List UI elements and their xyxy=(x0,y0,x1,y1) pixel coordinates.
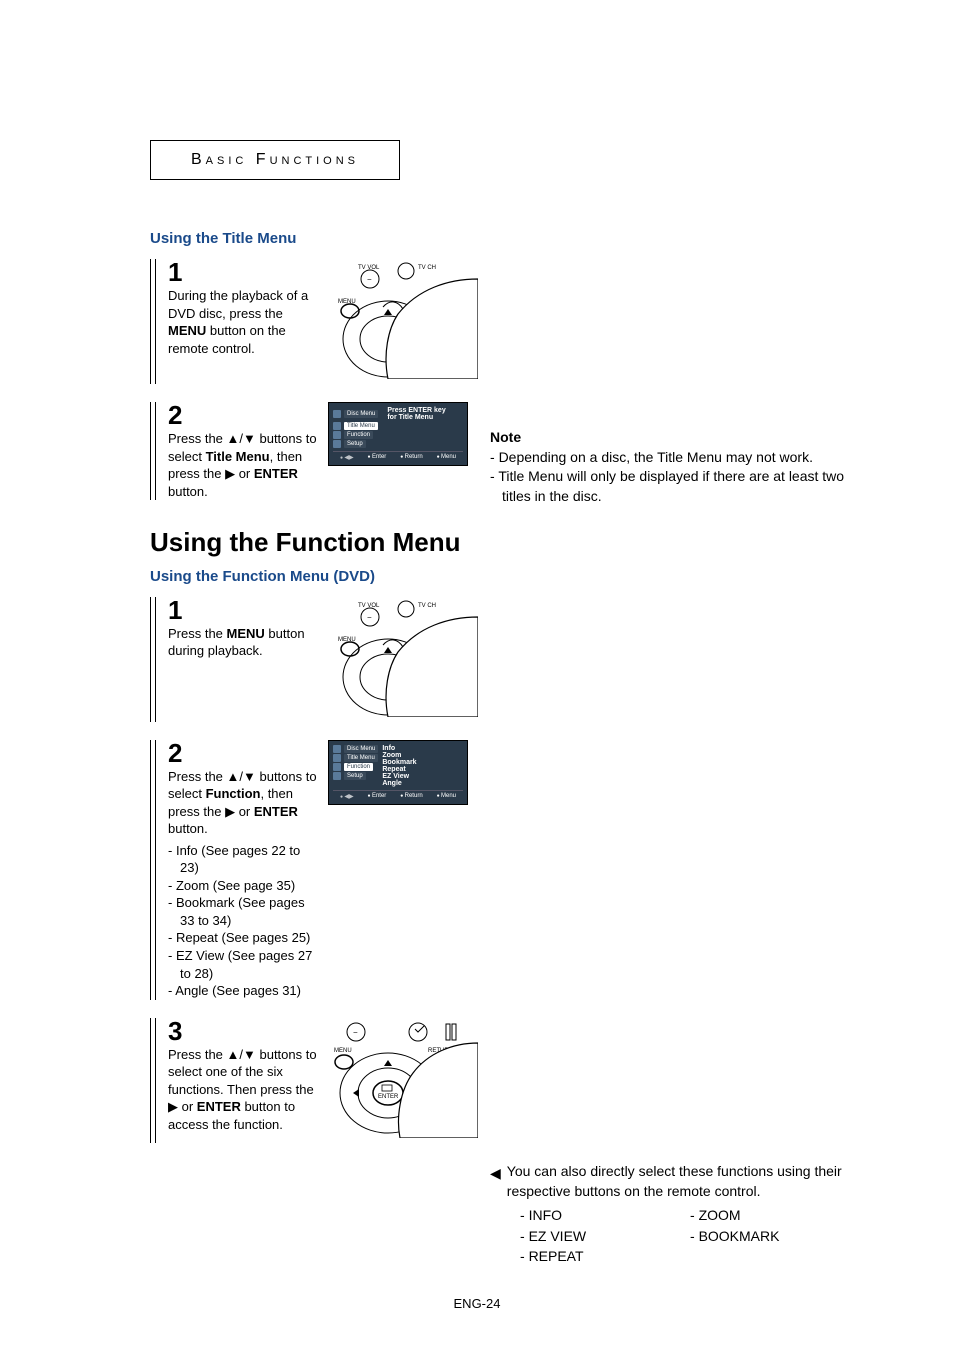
function-menu-step-1: 1 Press the MENU button during playback.… xyxy=(150,597,894,722)
step-divider xyxy=(150,597,156,722)
svg-text:TV CH: TV CH xyxy=(418,265,436,271)
step-text: 2 Press the ▲/▼ buttons to select Title … xyxy=(168,402,328,500)
step-number: 2 xyxy=(168,402,320,428)
svg-text:MENU: MENU xyxy=(334,1048,352,1054)
step-divider xyxy=(150,740,156,1000)
step-text: 3 Press the ▲/▼ buttons to select one of… xyxy=(168,1018,328,1134)
direct-col-2: ZOOM BOOKMARK xyxy=(690,1205,860,1266)
section-title-function-menu: Using the Function Menu (DVD) xyxy=(150,568,894,585)
title-menu-note: Note Depending on a disc, the Title Menu… xyxy=(490,428,870,506)
page-number: ENG-24 xyxy=(60,1296,894,1311)
remote-menu-press-icon: TV VOL TV CH − MENU xyxy=(328,597,478,717)
step-number: 1 xyxy=(168,597,320,623)
svg-text:−: − xyxy=(367,275,372,284)
svg-text:−: − xyxy=(367,613,372,622)
svg-text:−: − xyxy=(353,1028,358,1037)
osd-screenshot: Disc Menu Title Menu Function Setup Info… xyxy=(328,740,478,805)
remote-menu-press-icon: TV VOL TV CH − MENU xyxy=(328,259,478,379)
remote-illustration: TV VOL TV CH − MENU xyxy=(328,259,478,384)
note-heading: Note xyxy=(490,428,870,448)
step-text: 1 Press the MENU button during playback. xyxy=(168,597,328,660)
step-number: 2 xyxy=(168,740,320,766)
chapter-header: Basic Functions xyxy=(150,140,400,180)
osd-function-menu: Disc Menu Title Menu Function Setup Info… xyxy=(328,740,468,805)
pointer-left-icon: ◀ xyxy=(490,1161,501,1202)
step-number: 3 xyxy=(168,1018,320,1044)
step-divider xyxy=(150,402,156,500)
title-menu-step-1: 1 During the playback of a DVD disc, pre… xyxy=(150,259,894,384)
step-divider xyxy=(150,1018,156,1143)
svg-text:TV CH: TV CH xyxy=(418,603,436,609)
function-menu-step-3: 3 Press the ▲/▼ buttons to select one of… xyxy=(150,1018,894,1143)
section-title-title-menu: Using the Title Menu xyxy=(150,230,894,247)
manual-page: Basic Functions Using the Title Menu 1 D… xyxy=(0,0,954,1371)
remote-enter-press-icon: − MENU RETURN ENTER xyxy=(328,1018,478,1138)
step-text: 1 During the playback of a DVD disc, pre… xyxy=(168,259,328,357)
function-menu-step-2: 2 Press the ▲/▼ buttons to select Functi… xyxy=(150,740,894,1000)
step-divider xyxy=(150,259,156,384)
direct-functions-note: ◀ You can also directly select these fun… xyxy=(490,1161,890,1266)
osd-screenshot: Disc Menu Press ENTER key for Title Menu… xyxy=(328,402,478,466)
main-heading-function-menu: Using the Function Menu xyxy=(150,527,894,558)
step-number: 1 xyxy=(168,259,320,285)
remote-illustration: − MENU RETURN ENTER xyxy=(328,1018,478,1143)
direct-col-1: INFO EZ VIEW REPEAT xyxy=(520,1205,690,1266)
remote-illustration: TV VOL TV CH − MENU xyxy=(328,597,478,722)
chapter-title: Basic Functions xyxy=(191,151,359,168)
svg-text:ENTER: ENTER xyxy=(378,1094,399,1100)
step-text: 2 Press the ▲/▼ buttons to select Functi… xyxy=(168,740,328,1000)
osd-title-menu: Disc Menu Press ENTER key for Title Menu… xyxy=(328,402,468,466)
